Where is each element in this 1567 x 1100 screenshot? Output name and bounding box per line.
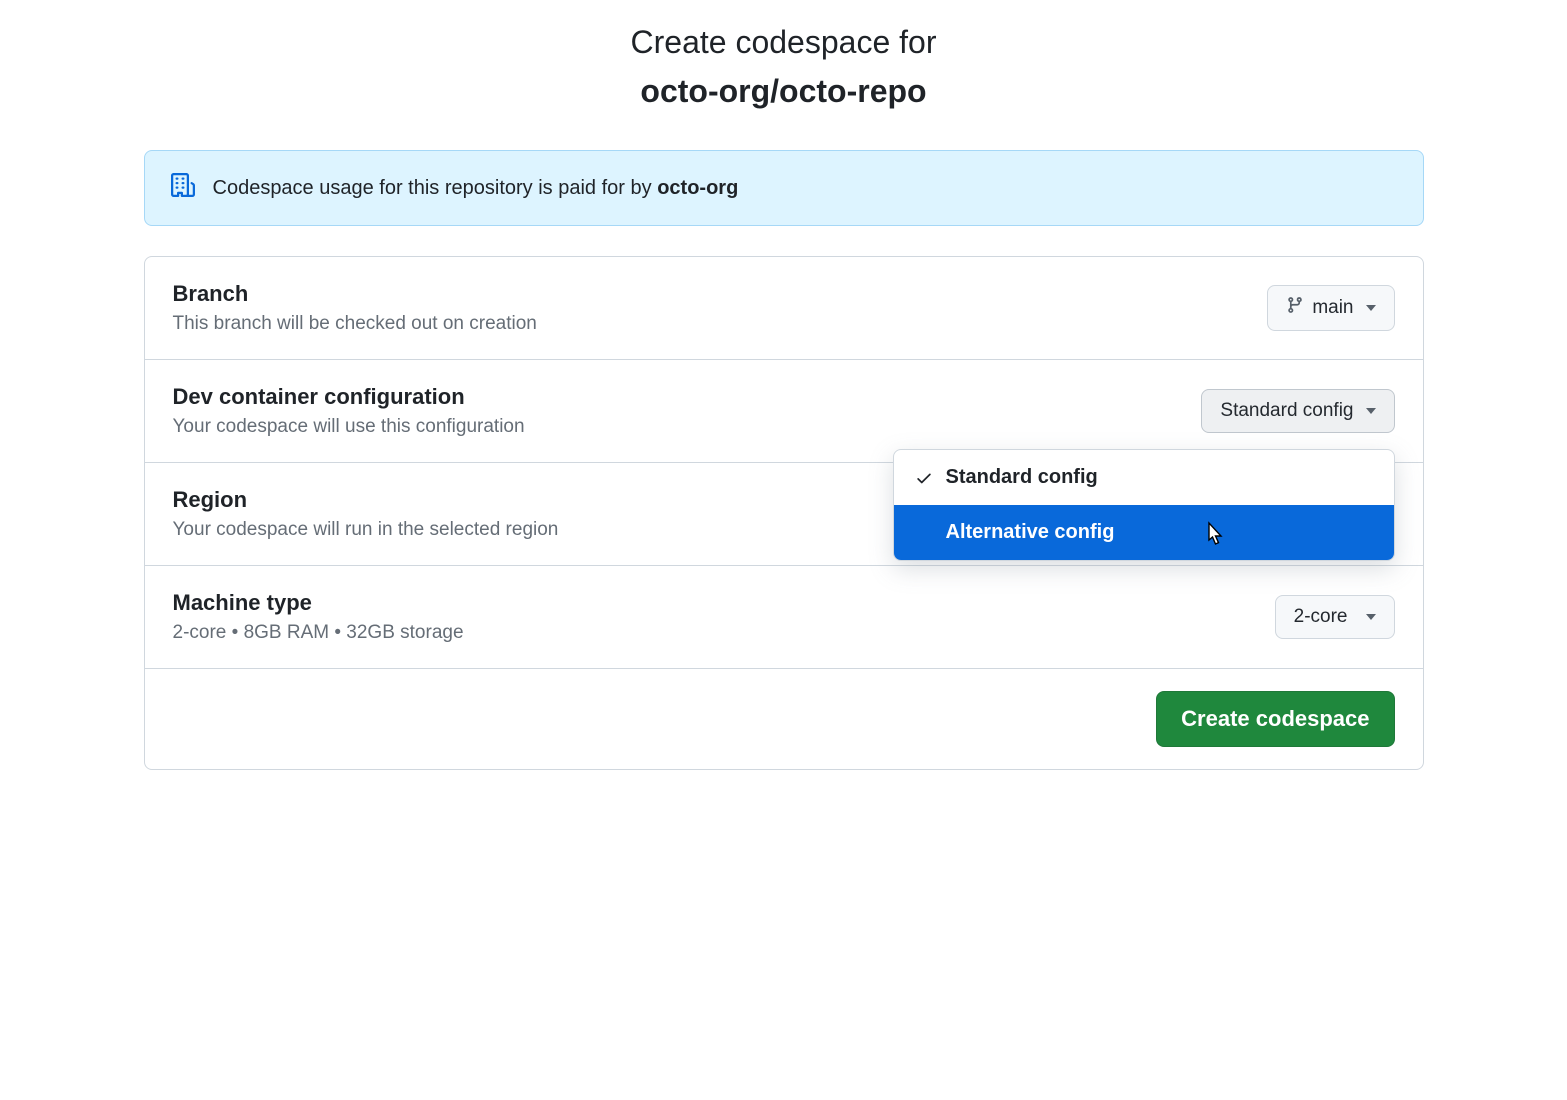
page-heading: Create codespace for octo-org/octo-repo: [144, 24, 1424, 110]
heading-line1: Create codespace for: [144, 24, 1424, 61]
row-machine: Machine type 2-core • 8GB RAM • 32GB sto…: [145, 566, 1423, 669]
dropdown-option-alternative[interactable]: Alternative config: [894, 505, 1394, 560]
heading-repo: octo-org/octo-repo: [144, 73, 1424, 110]
caret-down-icon: [1366, 408, 1376, 414]
organization-icon: [171, 173, 195, 203]
branch-value: main: [1312, 297, 1353, 319]
banner-org: octo-org: [657, 177, 738, 199]
devcontainer-value: Standard config: [1220, 400, 1353, 422]
banner-text: Codespace usage for this repository is p…: [213, 177, 739, 200]
branch-desc: This branch will be checked out on creat…: [173, 313, 537, 335]
region-title: Region: [173, 487, 559, 513]
devcontainer-title: Dev container configuration: [173, 384, 525, 410]
dropdown-option-label: Standard config: [946, 466, 1098, 489]
usage-banner: Codespace usage for this repository is p…: [144, 150, 1424, 226]
git-branch-icon: [1286, 296, 1304, 320]
banner-prefix: Codespace usage for this repository is p…: [213, 177, 658, 199]
create-codespace-button[interactable]: Create codespace: [1156, 691, 1394, 747]
machine-title: Machine type: [173, 590, 464, 616]
devcontainer-dropdown: Standard config Alternative config: [893, 449, 1395, 561]
devcontainer-desc: Your codespace will use this configurati…: [173, 416, 525, 438]
machine-desc: 2-core • 8GB RAM • 32GB storage: [173, 622, 464, 644]
row-footer: Create codespace: [145, 669, 1423, 769]
check-icon: [914, 469, 934, 487]
row-devcontainer: Dev container configuration Your codespa…: [145, 360, 1423, 463]
dropdown-option-standard[interactable]: Standard config: [894, 450, 1394, 505]
machine-value: 2-core: [1294, 606, 1348, 628]
caret-down-icon: [1366, 305, 1376, 311]
caret-down-icon: [1366, 614, 1376, 620]
row-branch: Branch This branch will be checked out o…: [145, 257, 1423, 360]
options-panel: Branch This branch will be checked out o…: [144, 256, 1424, 770]
branch-select-button[interactable]: main: [1267, 285, 1394, 331]
region-desc: Your codespace will run in the selected …: [173, 519, 559, 541]
branch-title: Branch: [173, 281, 537, 307]
machine-select-button[interactable]: 2-core: [1275, 595, 1395, 639]
dropdown-option-label: Alternative config: [946, 521, 1115, 544]
devcontainer-select-button[interactable]: Standard config: [1201, 389, 1394, 433]
